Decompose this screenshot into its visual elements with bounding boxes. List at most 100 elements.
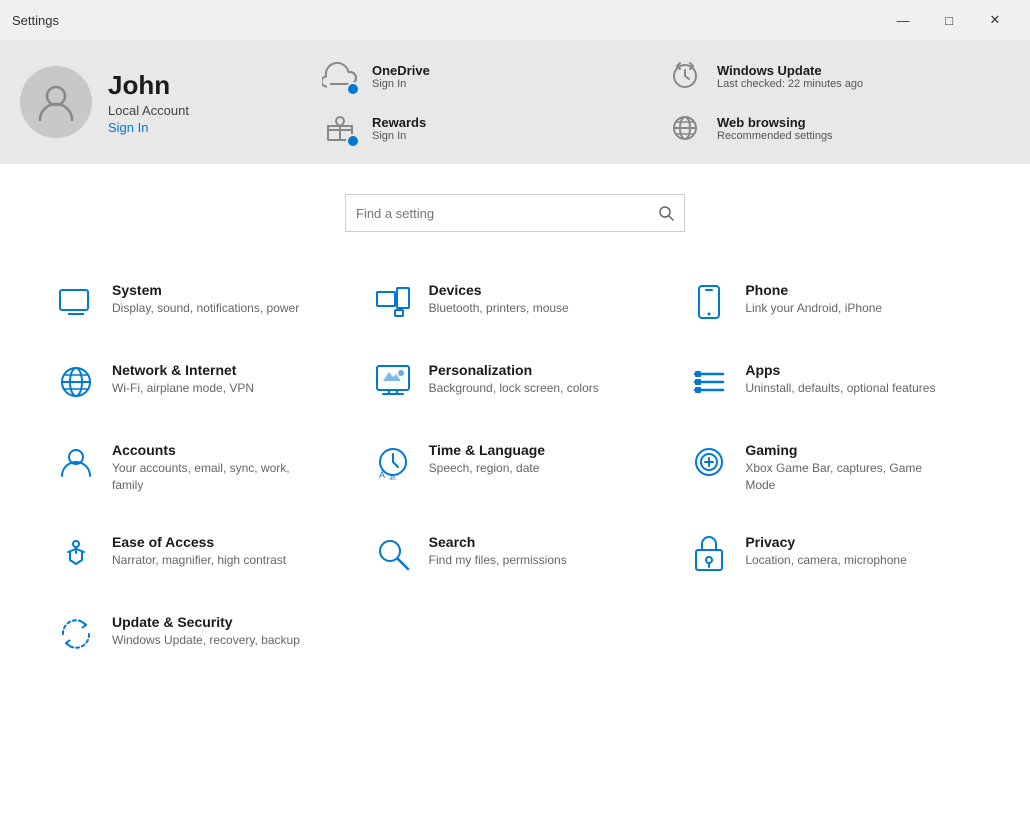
search-settings-text: Search Find my files, permissions [429,534,567,569]
web-browsing-icon-container [665,108,705,148]
setting-item-update[interactable]: Update & Security Windows Update, recove… [40,594,357,674]
setting-item-system[interactable]: System Display, sound, notifications, po… [40,262,357,342]
gaming-icon [689,442,729,482]
rewards-subtitle: Sign In [372,130,426,142]
onedrive-icon-container [320,56,360,96]
setting-item-apps[interactable]: Apps Uninstall, defaults, optional featu… [673,342,990,422]
setting-item-phone[interactable]: Phone Link your Android, iPhone [673,262,990,342]
phone-icon [689,282,729,322]
onedrive-service[interactable]: OneDrive Sign In [320,56,665,96]
personalization-text: Personalization Background, lock screen,… [429,362,599,397]
ease-icon [56,534,96,574]
web-browsing-text: Web browsing Recommended settings [717,115,833,142]
accounts-icon [56,442,96,482]
setting-item-accounts[interactable]: Accounts Your accounts, email, sync, wor… [40,422,357,514]
system-desc: Display, sound, notifications, power [112,300,299,317]
personalization-desc: Background, lock screen, colors [429,380,599,397]
header-services: OneDrive Sign In Rewards [320,56,1010,148]
setting-item-personalization[interactable]: Personalization Background, lock screen,… [357,342,674,422]
time-title: Time & Language [429,442,545,458]
rewards-dot [346,134,360,148]
phone-desc: Link your Android, iPhone [745,300,882,317]
accounts-desc: Your accounts, email, sync, work, family [112,460,312,494]
web-browsing-service[interactable]: Web browsing Recommended settings [665,108,1010,148]
accounts-text: Accounts Your accounts, email, sync, wor… [112,442,312,494]
settings-grid: System Display, sound, notifications, po… [0,262,1030,674]
search-settings-desc: Find my files, permissions [429,552,567,569]
windows-update-icon-container [665,56,705,96]
gaming-desc: Xbox Game Bar, captures, Game Mode [745,460,945,494]
window-controls: — □ ✕ [880,4,1018,36]
user-signin-link[interactable]: Sign In [108,120,189,135]
web-browsing-subtitle: Recommended settings [717,130,833,142]
apps-text: Apps Uninstall, defaults, optional featu… [745,362,935,397]
setting-item-search[interactable]: Search Find my files, permissions [357,514,674,594]
setting-item-privacy[interactable]: Privacy Location, camera, microphone [673,514,990,594]
search-settings-title: Search [429,534,567,550]
ease-desc: Narrator, magnifier, high contrast [112,552,286,569]
setting-item-ease[interactable]: Ease of Access Narrator, magnifier, high… [40,514,357,594]
phone-title: Phone [745,282,882,298]
ease-text: Ease of Access Narrator, magnifier, high… [112,534,286,569]
onedrive-dot [346,82,360,96]
windows-update-title: Windows Update [717,63,863,78]
privacy-desc: Location, camera, microphone [745,552,906,569]
update-title: Update & Security [112,614,300,630]
apps-icon [689,362,729,402]
windows-update-service[interactable]: Windows Update Last checked: 22 minutes … [665,56,1010,96]
onedrive-text: OneDrive Sign In [372,63,430,90]
user-section: John Local Account Sign In [20,66,320,138]
update-icon [56,614,96,654]
devices-text: Devices Bluetooth, printers, mouse [429,282,569,317]
minimize-button[interactable]: — [880,4,926,36]
network-desc: Wi-Fi, airplane mode, VPN [112,380,254,397]
search-bar[interactable] [345,194,685,232]
service-column-2: Windows Update Last checked: 22 minutes … [665,56,1010,148]
app-title: Settings [12,13,59,28]
network-icon [56,362,96,402]
apps-title: Apps [745,362,935,378]
setting-item-gaming[interactable]: Gaming Xbox Game Bar, captures, Game Mod… [673,422,990,514]
phone-text: Phone Link your Android, iPhone [745,282,882,317]
user-name: John [108,70,189,101]
update-text: Update & Security Windows Update, recove… [112,614,300,649]
onedrive-title: OneDrive [372,63,430,78]
maximize-button[interactable]: □ [926,4,972,36]
search-input[interactable] [356,206,650,221]
setting-item-time[interactable]: A あ Time & Language Speech, region, date [357,422,674,514]
rewards-service[interactable]: Rewards Sign In [320,108,665,148]
svg-text:あ: あ [389,474,396,480]
header-banner: John Local Account Sign In OneDrive [0,40,1030,164]
privacy-text: Privacy Location, camera, microphone [745,534,906,569]
close-button[interactable]: ✕ [972,4,1018,36]
search-icon [658,205,674,221]
system-text: System Display, sound, notifications, po… [112,282,299,317]
update-desc: Windows Update, recovery, backup [112,632,300,649]
search-settings-icon [373,534,413,574]
network-title: Network & Internet [112,362,254,378]
gaming-title: Gaming [745,442,945,458]
system-icon [56,282,96,322]
devices-icon [373,282,413,322]
accounts-title: Accounts [112,442,312,458]
gaming-text: Gaming Xbox Game Bar, captures, Game Mod… [745,442,945,494]
personalization-icon [373,362,413,402]
personalization-title: Personalization [429,362,599,378]
user-account-type: Local Account [108,103,189,118]
devices-desc: Bluetooth, printers, mouse [429,300,569,317]
service-column-1: OneDrive Sign In Rewards [320,56,665,148]
setting-item-devices[interactable]: Devices Bluetooth, printers, mouse [357,262,674,342]
svg-text:A: A [379,470,385,480]
time-icon: A あ [373,442,413,482]
rewards-text: Rewards Sign In [372,115,426,142]
privacy-icon [689,534,729,574]
search-bar-container [0,194,1030,232]
rewards-icon-container [320,108,360,148]
setting-item-network[interactable]: Network & Internet Wi-Fi, airplane mode,… [40,342,357,422]
time-desc: Speech, region, date [429,460,545,477]
main-content: System Display, sound, notifications, po… [0,164,1030,815]
time-text: Time & Language Speech, region, date [429,442,545,477]
web-browsing-title: Web browsing [717,115,833,130]
windows-update-text: Windows Update Last checked: 22 minutes … [717,63,863,90]
rewards-title: Rewards [372,115,426,130]
